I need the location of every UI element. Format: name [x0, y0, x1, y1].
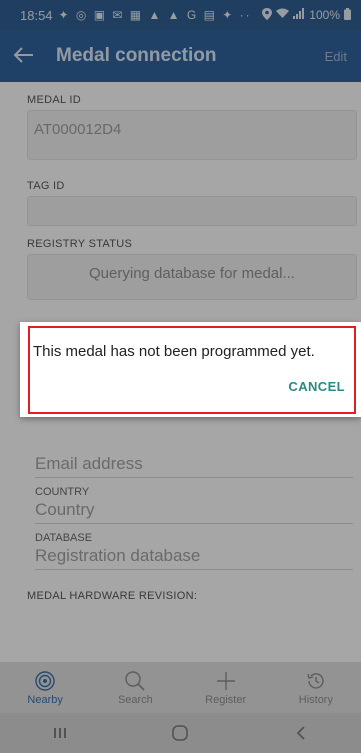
dialog-highlight-box: [28, 326, 356, 414]
